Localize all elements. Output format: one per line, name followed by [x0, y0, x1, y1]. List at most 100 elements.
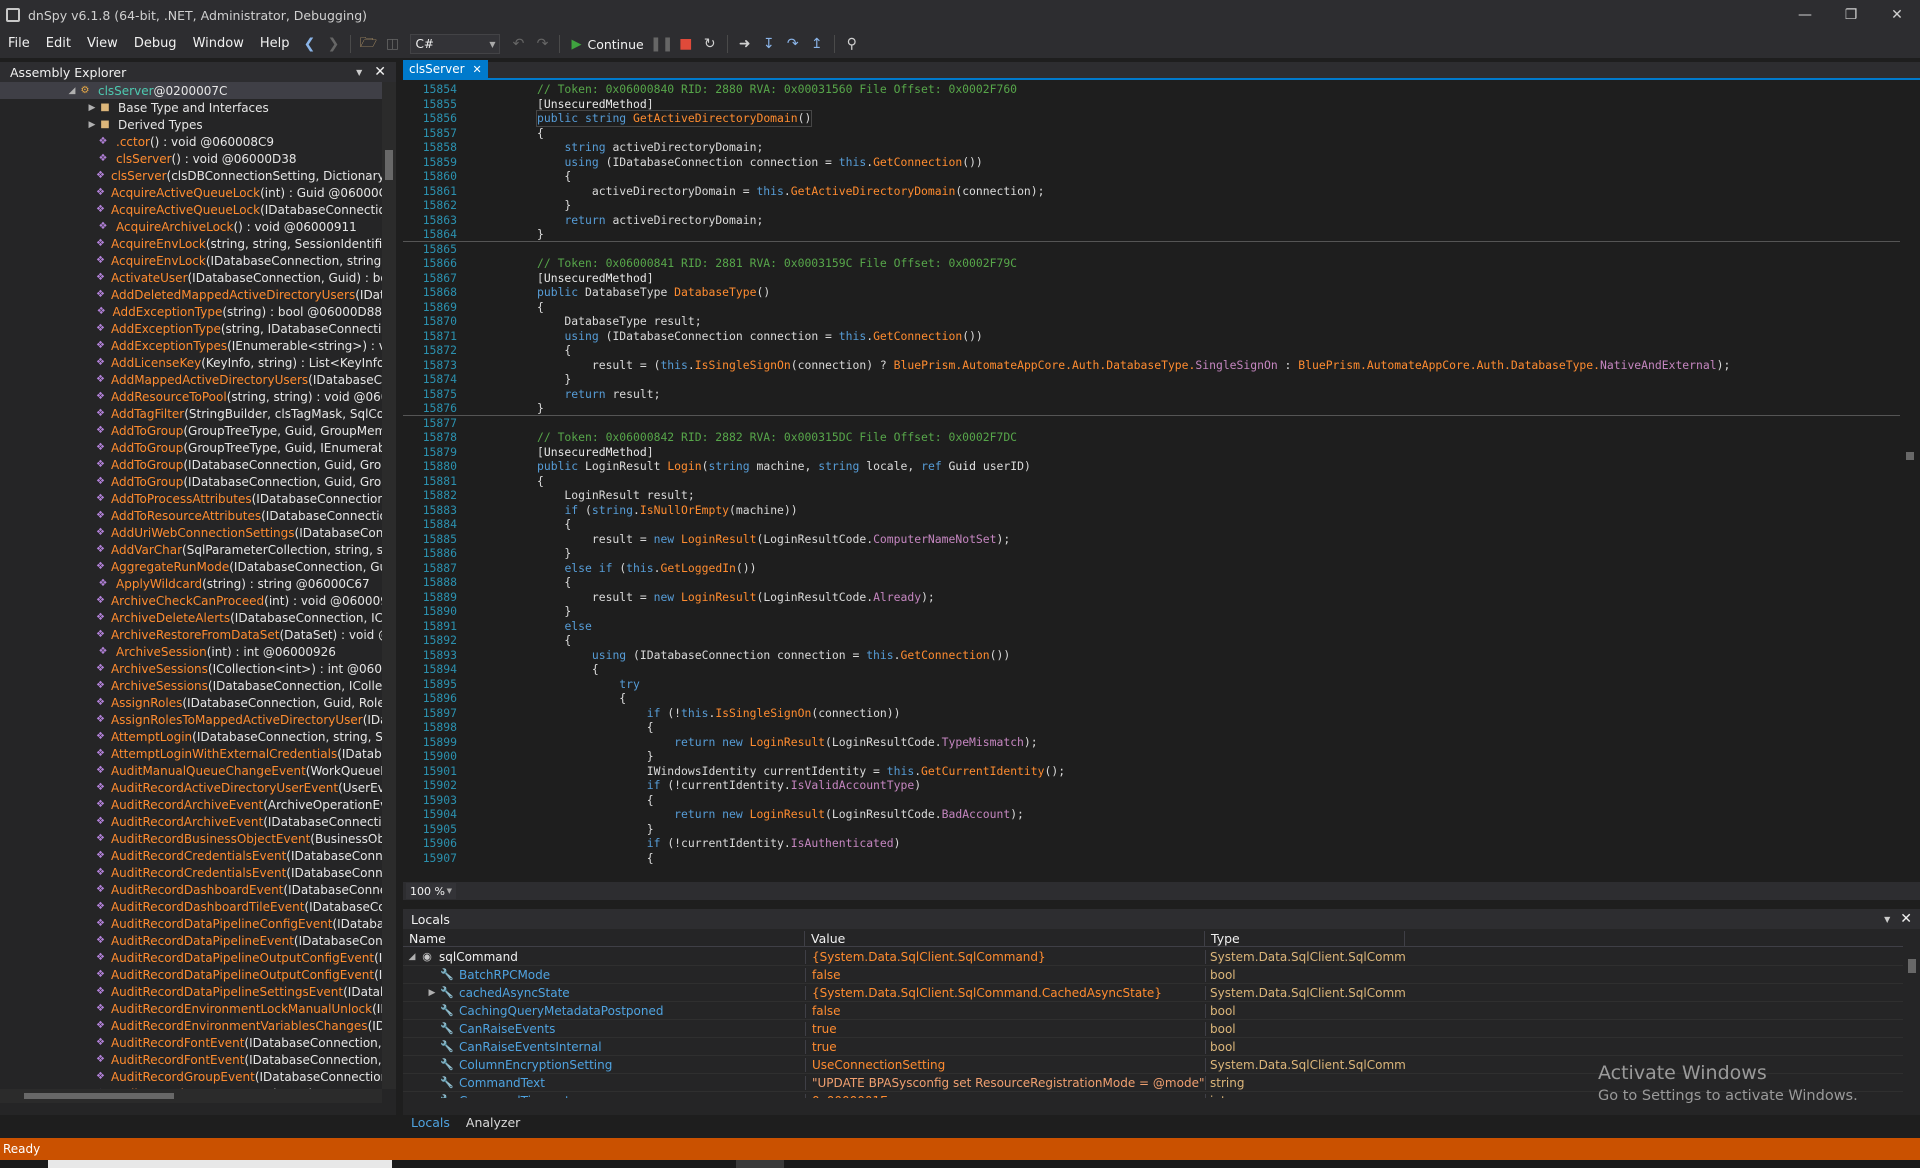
- tree-method-item[interactable]: ❖ AuditRecordDataPipelineSettingsEvent (ID…: [0, 983, 382, 1000]
- taskbar-app[interactable]: [736, 1160, 784, 1168]
- tree-method-item[interactable]: ❖ AuditRecordFontEvent (IDatabaseConnectio…: [0, 1051, 382, 1068]
- tree-method-item[interactable]: ❖ AuditRecordCredentialsEvent (IDatabaseCo…: [0, 847, 382, 864]
- local-value[interactable]: {System.Data.SqlClient.SqlCommand}: [805, 949, 1205, 964]
- stop-icon[interactable]: ■: [675, 33, 697, 55]
- tree-method-item[interactable]: ❖ ArchiveRestoreFromDataSet (DataSet) : vo…: [0, 626, 382, 643]
- minimize-icon[interactable]: —: [1782, 0, 1828, 30]
- tab-clsserver[interactable]: clsServer ✕: [403, 60, 488, 78]
- tree-method-item[interactable]: ❖ ArchiveCheckCanProceed (int) : void @060…: [0, 592, 382, 609]
- menu-file[interactable]: File: [0, 30, 38, 58]
- close-icon[interactable]: ✕: [1900, 911, 1912, 927]
- locals-row[interactable]: 🔧 BatchRPCMode false bool: [403, 966, 1903, 984]
- tree-method-item[interactable]: ❖ ArchiveSessions (IDatabaseConnection, IC…: [0, 677, 382, 694]
- local-value[interactable]: false: [805, 967, 1205, 982]
- tree-method-item[interactable]: ❖ AddExceptionTypes (IEnumerable<string>) …: [0, 337, 382, 354]
- taskbar-search[interactable]: [48, 1160, 392, 1168]
- tree-method-item[interactable]: ❖ AttemptLoginWithExternalCredentials (IDa…: [0, 745, 382, 762]
- tree-method-item[interactable]: ❖ AuditRecordEnvironmentLockManualUnlock(…: [0, 1000, 382, 1017]
- column-type[interactable]: Type: [1205, 931, 1405, 946]
- step-into-icon[interactable]: ↧: [758, 33, 780, 55]
- tree-vertical-scrollbar[interactable]: [382, 82, 396, 1089]
- tree-method-item[interactable]: ❖ AddExceptionType (string, IDatabaseConne…: [0, 320, 382, 337]
- tree-method-item[interactable]: ❖ ArchiveSessions (ICollection<int>) : int…: [0, 660, 382, 677]
- tree-method-item[interactable]: ❖ AddToGroup (IDatabaseConnection, Guid, G…: [0, 456, 382, 473]
- step-out-icon[interactable]: ↥: [806, 33, 828, 55]
- tree-method-item[interactable]: ❖ AcquireArchiveLock() : void @06000911: [0, 218, 382, 235]
- tab-locals[interactable]: Locals: [403, 1115, 458, 1130]
- tree-method-item[interactable]: ❖ AddTagFilter (StringBuilder, clsTagMask,…: [0, 405, 382, 422]
- tree-method-item[interactable]: ❖ AddLicenseKey (KeyInfo, string) : List<K…: [0, 354, 382, 371]
- maximize-icon[interactable]: ❐: [1828, 0, 1874, 30]
- search-icon[interactable]: ⚲: [841, 33, 863, 55]
- tree-method-item[interactable]: ❖ AddToGroup (GroupTreeType, Guid, IEnumer…: [0, 439, 382, 456]
- tree-method-item[interactable]: ❖ AcquireActiveQueueLock (IDatabaseConnect…: [0, 201, 382, 218]
- scroll-thumb[interactable]: [1908, 959, 1916, 973]
- tree-method-item[interactable]: ❖ AssignRoles (IDatabaseConnection, Guid, …: [0, 694, 382, 711]
- tree-method-item[interactable]: ❖ AttemptLogin (IDatabaseConnection, strin…: [0, 728, 382, 745]
- scroll-thumb[interactable]: [1906, 452, 1914, 460]
- locals-row[interactable]: ◢ ◉ sqlCommand {System.Data.SqlClient.SqlCo…: [403, 948, 1903, 966]
- locals-row[interactable]: 🔧 CanRaiseEvents true bool: [403, 1020, 1903, 1038]
- tree-method-item[interactable]: ❖ AddVarChar (SqlParameterCollection, stri…: [0, 541, 382, 558]
- dropdown-icon[interactable]: ▼: [356, 68, 362, 77]
- menu-edit[interactable]: Edit: [38, 30, 79, 58]
- pause-icon[interactable]: ❚❚: [650, 33, 673, 55]
- tree-method-item[interactable]: ❖ ApplyWildcard (string) : string @06000C6…: [0, 575, 382, 592]
- collapse-icon[interactable]: ◢: [66, 86, 78, 96]
- expand-icon[interactable]: ▶: [425, 988, 439, 998]
- menu-window[interactable]: Window: [185, 30, 252, 58]
- tree-method-item[interactable]: ❖ AddDeletedMappedActiveDirectoryUsers (ID…: [0, 286, 382, 303]
- tab-analyzer[interactable]: Analyzer: [458, 1115, 528, 1130]
- tree-method-item[interactable]: ❖ ArchiveSession (int) : int @06000926: [0, 643, 382, 660]
- menu-debug[interactable]: Debug: [126, 30, 185, 58]
- tree-folder[interactable]: ▶ ■ Base Type and Interfaces: [0, 99, 382, 116]
- tree-method-item[interactable]: ❖ AddMappedActiveDirectoryUsers (IDatabase…: [0, 371, 382, 388]
- tree-method-item[interactable]: ❖ AssignRolesToMappedActiveDirectoryUser(…: [0, 711, 382, 728]
- show-next-statement-icon[interactable]: ➜: [734, 33, 756, 55]
- tree-method-item[interactable]: ❖ AddToGroup (GroupTreeType, Guid, GroupMe…: [0, 422, 382, 439]
- tree-horizontal-scrollbar[interactable]: [0, 1089, 382, 1103]
- tree-method-item[interactable]: ❖ AddExceptionType (string) : bool @06000D…: [0, 303, 382, 320]
- tree-method-item[interactable]: ❖ clsServer (clsDBConnectionSetting, Dicti…: [0, 167, 382, 184]
- menu-help[interactable]: Help: [252, 30, 298, 58]
- scroll-thumb[interactable]: [24, 1093, 174, 1099]
- close-icon[interactable]: ✕: [473, 63, 482, 76]
- tree-method-item[interactable]: ❖ AuditRecordDataPipelineConfigEvent (IDat…: [0, 915, 382, 932]
- tree-method-item[interactable]: ❖ AuditRecordDashboardTileEvent (IDatabase…: [0, 898, 382, 915]
- tree-method-item[interactable]: ❖ AuditRecordArchiveEvent (ArchiveOperatio…: [0, 796, 382, 813]
- tree-method-item[interactable]: ❖ AddToGroup (IDatabaseConnection, Guid, G…: [0, 473, 382, 490]
- tree-method-item[interactable]: ❖ AddResourceToPool (string, string) : voi…: [0, 388, 382, 405]
- open-folder-icon[interactable]: 🗁: [357, 33, 379, 55]
- tree-method-item[interactable]: ❖ AuditRecordCredentialsEvent (IDatabaseCo…: [0, 864, 382, 881]
- menu-view[interactable]: View: [79, 30, 126, 58]
- tree-method-item[interactable]: ❖ AuditRecordDataPipelineOutputConfigEven…: [0, 949, 382, 966]
- local-value[interactable]: true: [805, 1021, 1205, 1036]
- back-icon[interactable]: ❮: [298, 33, 320, 55]
- tree-method-item[interactable]: ❖ AcquireEnvLock (string, string, SessionI…: [0, 235, 382, 252]
- tree-method-item[interactable]: ❖ AuditRecordArchiveEvent (IDatabaseConnec…: [0, 813, 382, 830]
- save-icon[interactable]: ◫: [381, 33, 403, 55]
- tree-method-item[interactable]: ❖ .cctor() : void @060008C9: [0, 133, 382, 150]
- dropdown-icon[interactable]: ▼: [1884, 915, 1890, 924]
- close-icon[interactable]: ✕: [1874, 0, 1920, 30]
- tree-method-item[interactable]: ❖ AddToProcessAttributes (IDatabaseConnect…: [0, 490, 382, 507]
- tree-method-item[interactable]: ❖ AuditRecordActiveDirectoryUserEvent (Use…: [0, 779, 382, 796]
- tree-method-item[interactable]: ❖ AggregateRunMode (IDatabaseConnection, G…: [0, 558, 382, 575]
- tree-method-item[interactable]: ❖ AcquireActiveQueueLock (int) : Guid @060…: [0, 184, 382, 201]
- redo-icon[interactable]: ↷: [531, 33, 553, 55]
- undo-icon[interactable]: ↶: [507, 33, 529, 55]
- zoom-select[interactable]: 100 % ▼: [406, 883, 456, 899]
- local-value[interactable]: UseConnectionSetting: [805, 1057, 1205, 1072]
- column-value[interactable]: Value: [805, 931, 1205, 946]
- tree-root-class[interactable]: ◢ ⚙ clsServer @0200007C: [0, 82, 382, 99]
- restart-icon[interactable]: ↻: [699, 33, 721, 55]
- locals-vertical-scrollbar[interactable]: [1903, 931, 1920, 1099]
- tree-method-item[interactable]: ❖ AddUriWebConnectionSettings (IDatabaseCo…: [0, 524, 382, 541]
- editor-vertical-scrollbar[interactable]: [1900, 82, 1920, 882]
- tree-method-item[interactable]: ❖ AcquireEnvLock (IDatabaseConnection, str…: [0, 252, 382, 269]
- forward-icon[interactable]: ❯: [322, 33, 344, 55]
- expand-icon[interactable]: ▶: [86, 103, 98, 113]
- column-name[interactable]: Name: [403, 931, 805, 946]
- tree-method-item[interactable]: ❖ AuditRecordEnvironmentVariablesChanges(…: [0, 1017, 382, 1034]
- tree-method-item[interactable]: ❖ ActivateUser (IDatabaseConnection, Guid)…: [0, 269, 382, 286]
